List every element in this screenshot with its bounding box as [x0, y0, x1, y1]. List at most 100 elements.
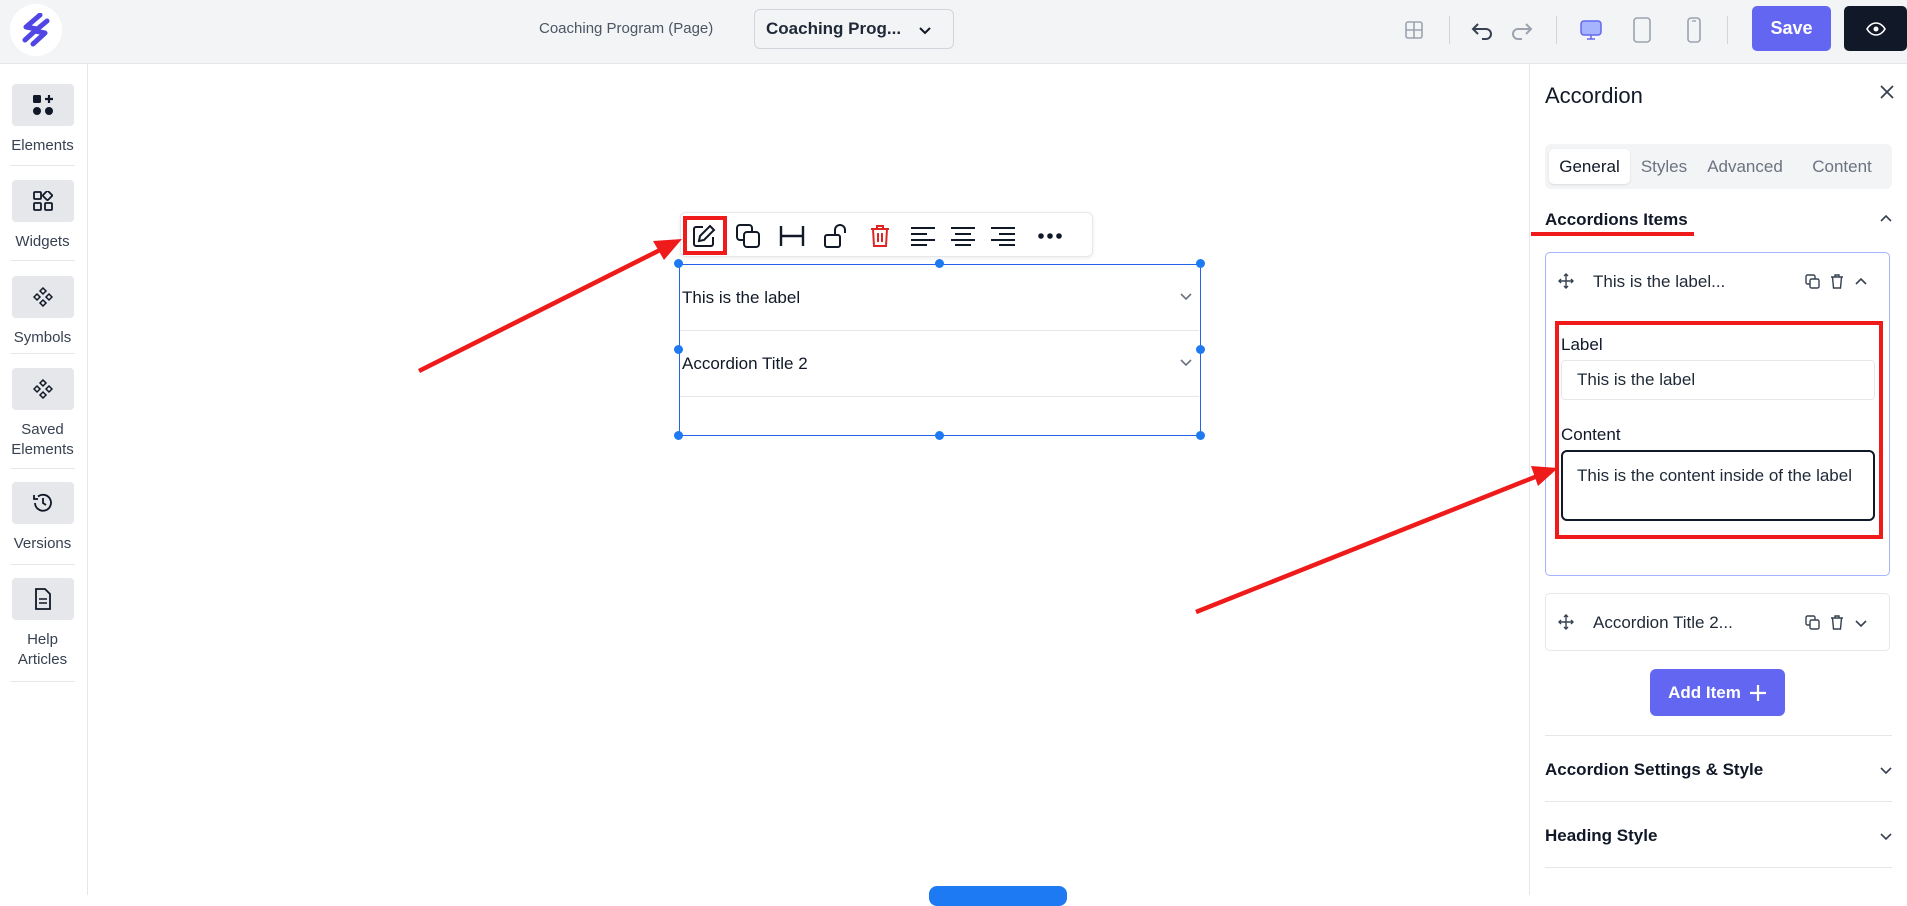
resize-handle[interactable]: [674, 431, 683, 440]
plus-icon: [1749, 684, 1766, 701]
panel-tabs: General Styles Advanced Content: [1545, 144, 1892, 189]
divider: [1449, 16, 1450, 44]
panel-title: Accordion: [1545, 83, 1643, 108]
symbols-icon: [32, 287, 53, 307]
preview-button[interactable]: [1844, 6, 1907, 51]
sidebar-item-elements[interactable]: Elements: [10, 84, 75, 156]
resize-handle[interactable]: [1196, 345, 1205, 354]
divider: [1545, 735, 1892, 736]
chevron-up-icon[interactable]: [1854, 275, 1868, 289]
close-icon[interactable]: [1879, 84, 1895, 100]
app-logo[interactable]: [10, 4, 62, 56]
resize-handle[interactable]: [674, 259, 683, 268]
add-item-button[interactable]: Add Item: [1650, 669, 1785, 716]
save-button[interactable]: Save: [1752, 6, 1831, 51]
document-icon: [34, 588, 51, 610]
sidebar-item-label: Widgets: [15, 233, 70, 250]
add-item-label: Add Item: [1668, 682, 1741, 702]
align-left-icon[interactable]: [908, 221, 938, 251]
section-accordion-items-title[interactable]: Accordions Items: [1545, 210, 1688, 230]
align-center-icon[interactable]: [948, 221, 978, 251]
resize-handle[interactable]: [674, 345, 683, 354]
sidebar-item-versions[interactable]: Versions: [10, 482, 75, 554]
copy-icon[interactable]: [1805, 274, 1820, 289]
divider: [10, 165, 75, 166]
accordion-item-title: Accordion Title 2: [682, 353, 808, 373]
divider: [10, 353, 75, 354]
align-right-icon[interactable]: [988, 221, 1018, 251]
accordion-item-title[interactable]: This is the label...: [1593, 272, 1725, 292]
saved-elements-icon: [32, 379, 53, 399]
page-select[interactable]: Coaching Prog...: [754, 9, 954, 49]
more-options-icon[interactable]: [1035, 221, 1065, 251]
eye-icon: [1865, 21, 1886, 36]
annotation-underline: [1531, 232, 1694, 236]
resize-handle[interactable]: [1196, 431, 1205, 440]
sidebar-item-widgets[interactable]: Widgets: [10, 180, 75, 252]
resize-handle[interactable]: [935, 259, 944, 268]
tab-styles[interactable]: Styles: [1634, 149, 1694, 184]
sidebar-item-symbols[interactable]: Symbols: [10, 276, 75, 348]
desktop-view-icon[interactable]: [1577, 16, 1605, 44]
sidebar-item-label: Versions: [13, 535, 72, 552]
accordion-item[interactable]: This is the label: [680, 265, 1199, 331]
page-select-value: Coaching Prog...: [766, 19, 902, 38]
trash-icon[interactable]: [1830, 615, 1844, 630]
resize-handle[interactable]: [1196, 259, 1205, 268]
element-toolbar: [680, 212, 1093, 257]
chevron-down-icon: [1180, 359, 1192, 367]
chevron-down-icon[interactable]: [1854, 616, 1868, 630]
divider: [10, 260, 75, 261]
annotation-highlight-box: [683, 216, 727, 255]
editor-canvas[interactable]: [89, 65, 1528, 895]
redo-icon[interactable]: [1508, 16, 1536, 44]
tablet-view-icon[interactable]: [1628, 16, 1656, 44]
tab-general[interactable]: General: [1549, 149, 1630, 184]
full-width-icon[interactable]: [777, 221, 807, 251]
tab-advanced[interactable]: Advanced: [1699, 149, 1791, 184]
undo-icon[interactable]: [1468, 16, 1496, 44]
divider: [1727, 16, 1728, 44]
divider: [10, 681, 75, 682]
delete-icon[interactable]: [865, 221, 895, 251]
chevron-down-icon: [1180, 293, 1192, 301]
duplicate-icon[interactable]: [733, 221, 763, 251]
section-accordion-settings-title[interactable]: Accordion Settings & Style: [1545, 760, 1763, 780]
copy-icon[interactable]: [1805, 615, 1820, 630]
accordion-item-title[interactable]: Accordion Title 2...: [1593, 613, 1733, 633]
widgets-icon: [32, 191, 53, 211]
logo-icon: [22, 13, 50, 47]
divider: [10, 468, 75, 469]
chevron-down-icon[interactable]: [1879, 829, 1893, 843]
sidebar-item-label: Saved Elements: [11, 421, 74, 458]
accordion-item-card: Accordion Title 2...: [1545, 593, 1890, 651]
drag-handle-icon[interactable]: [1558, 273, 1574, 289]
history-icon: [32, 493, 52, 512]
divider: [1556, 16, 1557, 44]
left-sidebar: Elements Widgets Symbols Saved Elements …: [0, 64, 88, 895]
tab-content[interactable]: Content: [1797, 149, 1887, 184]
grid-icon[interactable]: [1400, 16, 1428, 44]
chevron-down-icon[interactable]: [1879, 763, 1893, 777]
divider: [1545, 801, 1892, 802]
sidebar-item-saved-elements[interactable]: Saved Elements: [10, 368, 75, 460]
unlock-icon[interactable]: [821, 221, 851, 251]
chevron-down-icon: [919, 27, 931, 35]
trash-icon[interactable]: [1830, 274, 1844, 289]
chevron-up-icon[interactable]: [1879, 212, 1893, 226]
accordion-element[interactable]: This is the label Accordion Title 2: [679, 264, 1201, 436]
sidebar-item-label: Help Articles: [17, 631, 68, 668]
sidebar-item-help-articles[interactable]: Help Articles: [10, 578, 75, 670]
canvas-add-section-button[interactable]: [929, 886, 1067, 906]
divider: [1545, 867, 1892, 868]
elements-icon: [32, 95, 53, 115]
mobile-view-icon[interactable]: [1680, 16, 1708, 44]
sidebar-item-label: Elements: [11, 137, 74, 154]
accordion-item-title: This is the label: [682, 287, 801, 307]
resize-handle[interactable]: [935, 431, 944, 440]
sidebar-item-label: Symbols: [13, 329, 72, 346]
drag-handle-icon[interactable]: [1558, 614, 1574, 630]
accordion-item[interactable]: Accordion Title 2: [680, 331, 1199, 397]
divider: [10, 564, 75, 565]
section-heading-style-title[interactable]: Heading Style: [1545, 826, 1657, 846]
